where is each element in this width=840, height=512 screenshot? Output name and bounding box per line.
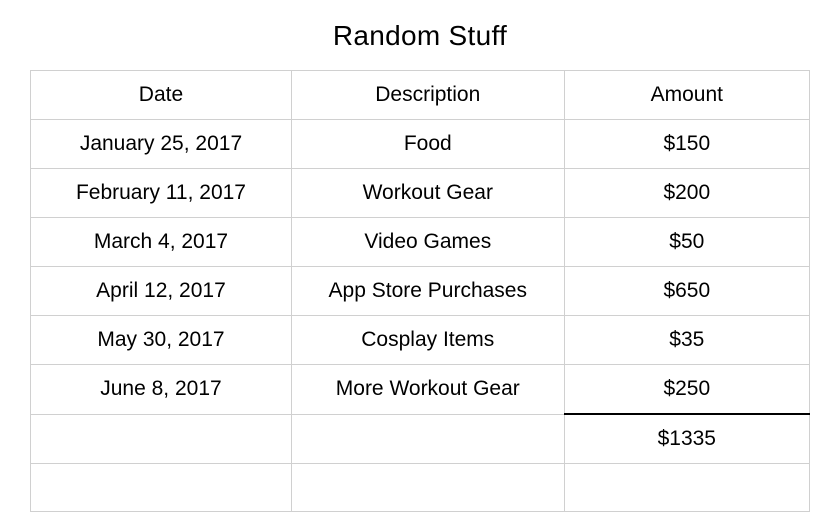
table-row: February 11, 2017 Workout Gear $200 [31, 169, 810, 218]
cell-date: June 8, 2017 [31, 365, 292, 415]
cell-date: February 11, 2017 [31, 169, 292, 218]
cell-amount: $150 [564, 120, 809, 169]
cell-description: Video Games [291, 218, 564, 267]
cell-amount: $650 [564, 267, 809, 316]
table-row: May 30, 2017 Cosplay Items $35 [31, 316, 810, 365]
total-row: $1335 [31, 414, 810, 464]
col-header-date: Date [31, 71, 292, 120]
cell-date: January 25, 2017 [31, 120, 292, 169]
cell-description: More Workout Gear [291, 365, 564, 415]
cell-date: March 4, 2017 [31, 218, 292, 267]
cell-empty [291, 464, 564, 512]
page-title: Random Stuff [30, 20, 810, 52]
cell-empty [564, 464, 809, 512]
table-row: January 25, 2017 Food $150 [31, 120, 810, 169]
cell-empty [31, 414, 292, 464]
cell-description: Cosplay Items [291, 316, 564, 365]
table-header-row: Date Description Amount [31, 71, 810, 120]
cell-description: Food [291, 120, 564, 169]
cell-empty [31, 464, 292, 512]
col-header-description: Description [291, 71, 564, 120]
col-header-amount: Amount [564, 71, 809, 120]
table-row: March 4, 2017 Video Games $50 [31, 218, 810, 267]
cell-date: May 30, 2017 [31, 316, 292, 365]
cell-description: App Store Purchases [291, 267, 564, 316]
cell-amount: $50 [564, 218, 809, 267]
table-row: April 12, 2017 App Store Purchases $650 [31, 267, 810, 316]
cell-date: April 12, 2017 [31, 267, 292, 316]
cell-total-amount: $1335 [564, 414, 809, 464]
table-row-empty [31, 464, 810, 512]
cell-description: Workout Gear [291, 169, 564, 218]
cell-amount: $200 [564, 169, 809, 218]
table-row: June 8, 2017 More Workout Gear $250 [31, 365, 810, 415]
expense-table: Date Description Amount January 25, 2017… [30, 70, 810, 512]
cell-empty [291, 414, 564, 464]
cell-amount: $250 [564, 365, 809, 415]
cell-amount: $35 [564, 316, 809, 365]
